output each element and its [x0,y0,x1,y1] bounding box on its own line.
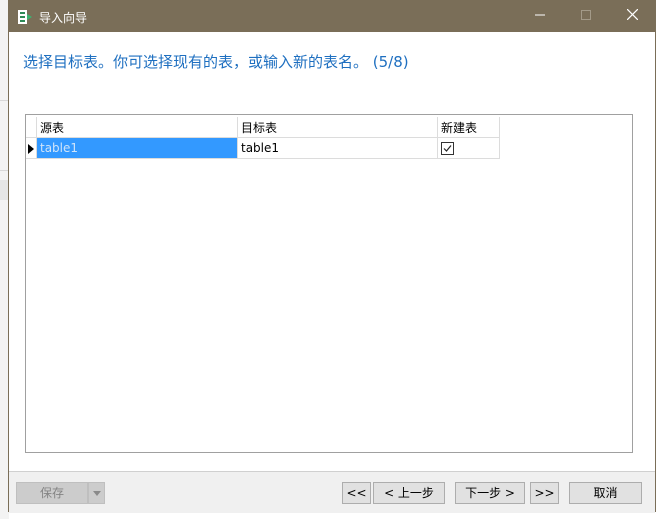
new-table-cell[interactable] [437,137,500,159]
save-button[interactable]: 保存 [16,482,88,504]
column-header-source[interactable]: 源表 [36,117,238,138]
wizard-footer: 保存 << < 上一步 下一步 > >> 取消 [9,471,655,513]
minimize-icon [535,14,545,16]
cancel-button[interactable]: 取消 [569,482,642,504]
maximize-button[interactable] [563,1,609,32]
table-row[interactable]: table1 table1 [26,137,500,159]
import-wizard-window: 导入向导 选择目标表。你可选择现有的表，或输入新的表名。 (5/8) 源表 目标… [8,0,656,513]
previous-step-button[interactable]: < 上一步 [373,482,445,504]
maximize-icon [581,10,591,20]
table-mapping-grid[interactable]: 源表 目标表 新建表 table1 table1 [25,114,633,453]
grid-header-row: 源表 目标表 新建表 [26,117,500,138]
chevron-down-icon [92,491,101,496]
window-title: 导入向导 [39,11,88,25]
minimize-button[interactable] [517,1,563,32]
checkmark-icon [443,145,452,152]
new-table-checkbox[interactable] [441,142,454,155]
column-header-new-table[interactable]: 新建表 [437,117,500,138]
target-table-cell[interactable]: table1 [237,137,438,159]
close-button[interactable] [609,1,655,32]
step-heading: 选择目标表。你可选择现有的表，或输入新的表名。 (5/8) [23,53,409,71]
first-step-button[interactable]: << [342,482,371,504]
save-dropdown-button[interactable] [88,482,105,504]
title-bar: 导入向导 [9,1,655,32]
mapping-table: 源表 目标表 新建表 table1 table1 [26,117,500,159]
row-indicator [26,137,37,159]
row-header-corner [26,117,37,138]
close-icon [626,8,638,21]
current-row-arrow-icon [28,143,34,154]
import-wizard-icon [18,10,32,24]
next-step-button[interactable]: 下一步 > [455,482,525,504]
last-step-button[interactable]: >> [530,482,559,504]
source-table-cell[interactable]: table1 [36,137,238,159]
column-header-target[interactable]: 目标表 [237,117,438,138]
